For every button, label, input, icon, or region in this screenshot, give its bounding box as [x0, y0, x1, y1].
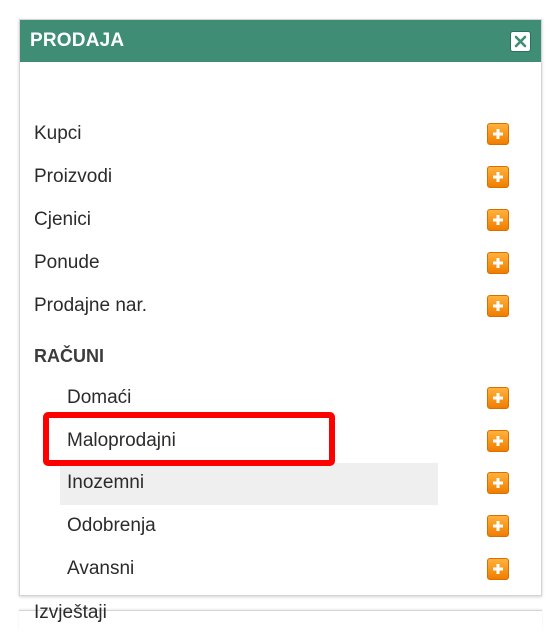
add-maloprodajni-button[interactable] — [487, 430, 509, 452]
plus-icon — [493, 478, 503, 488]
menu-item-label: Maloprodajni — [67, 430, 176, 451]
menu-item-label: Kupci — [34, 123, 82, 144]
menu-item-maloprodajni[interactable]: Maloprodajni — [20, 421, 541, 461]
add-odobrenja-button[interactable] — [487, 515, 509, 537]
plus-icon — [493, 258, 503, 268]
panel-header: PRODAJA — [20, 20, 541, 62]
menu-item-label: Odobrenja — [67, 515, 156, 536]
plus-icon — [493, 172, 503, 182]
menu-item-label: Inozemni — [67, 472, 145, 493]
menu-item-prodajne-nar[interactable]: Prodajne nar. — [20, 286, 541, 326]
add-proizvodi-button[interactable] — [487, 166, 509, 188]
menu-item-avansni[interactable]: Avansni — [20, 549, 541, 589]
menu-item-label: Prodajne nar. — [34, 295, 148, 316]
close-button[interactable] — [510, 30, 531, 52]
add-avansni-button[interactable] — [487, 558, 509, 580]
plus-icon — [493, 215, 503, 225]
section-label: RAČUNI — [34, 345, 104, 366]
menu-item-label: Izvještaji — [34, 602, 107, 623]
section-racuni: RAČUNI — [20, 336, 541, 376]
add-kupci-button[interactable] — [487, 123, 509, 145]
add-inozemni-button[interactable] — [487, 472, 509, 494]
close-x-icon — [514, 35, 527, 47]
menu-item-label: Avansni — [67, 558, 135, 579]
menu-item-proizvodi[interactable]: Proizvodi — [20, 157, 541, 197]
add-ponude-button[interactable] — [487, 252, 509, 274]
add-domaci-button[interactable] — [487, 387, 509, 409]
prodaja-panel: PRODAJA Kupci Proizvodi Cjenici Ponude P… — [19, 19, 542, 623]
plus-icon — [493, 436, 503, 446]
menu-item-odobrenja[interactable]: Odobrenja — [20, 506, 541, 546]
plus-icon — [493, 301, 503, 311]
plus-icon — [493, 129, 503, 139]
menu-item-label: Ponude — [34, 252, 100, 273]
menu-item-inozemni[interactable]: Inozemni — [20, 463, 541, 505]
menu-item-label: Cjenici — [34, 209, 92, 230]
plus-icon — [493, 393, 503, 403]
menu-item-label: Domaći — [67, 387, 132, 408]
plus-icon — [493, 564, 503, 574]
menu-item-label: Proizvodi — [34, 166, 113, 187]
menu-item-domaci[interactable]: Domaći — [20, 378, 541, 418]
add-cjenici-button[interactable] — [487, 209, 509, 231]
panel-title: PRODAJA — [30, 30, 125, 51]
plus-icon — [493, 521, 503, 531]
menu-item-kupci[interactable]: Kupci — [20, 114, 541, 154]
menu-item-cjenici[interactable]: Cjenici — [20, 200, 541, 240]
menu-item-ponude[interactable]: Ponude — [20, 243, 541, 283]
add-prodajne-nar-button[interactable] — [487, 295, 509, 317]
